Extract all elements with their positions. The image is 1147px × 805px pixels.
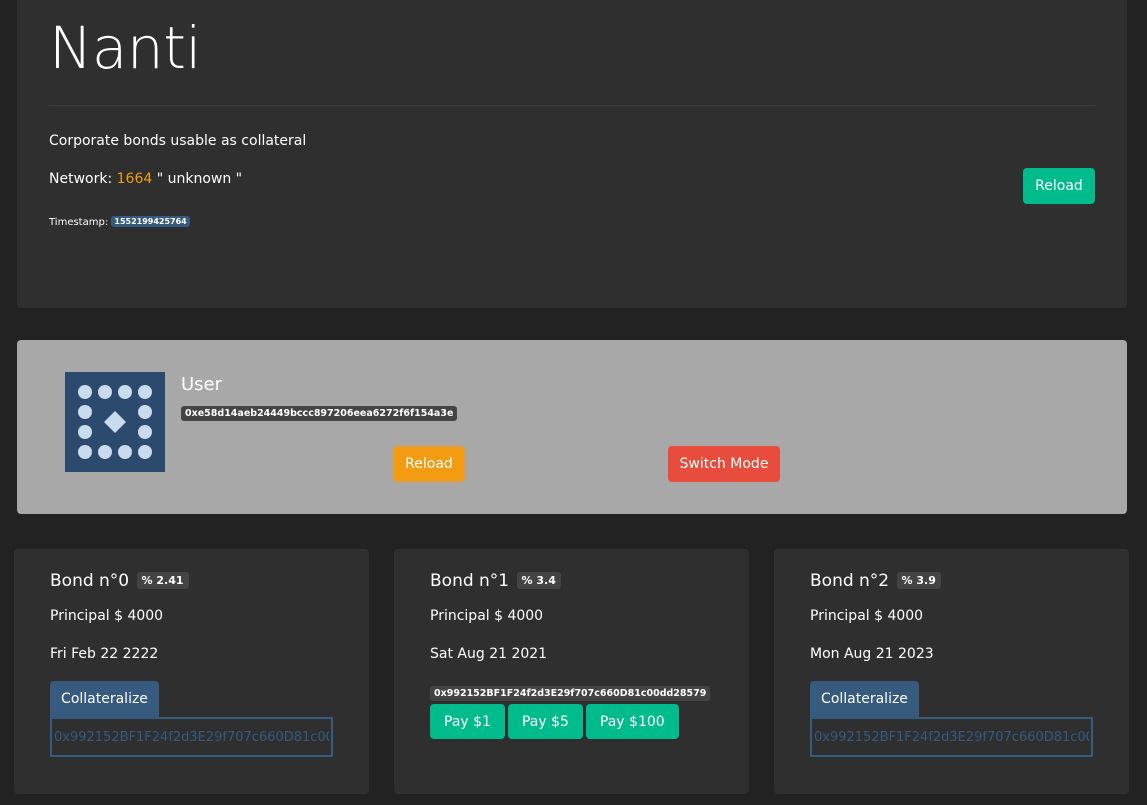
bond-title-text: Bond n°2: [810, 571, 890, 591]
bond-card-0: Bond n°0 % 2.41 Principal $ 4000 Fri Feb…: [14, 549, 369, 794]
bond-principal: Principal $ 4000: [810, 608, 924, 624]
bond-title: Bond n°2 % 3.9: [810, 571, 941, 591]
bond-date: Mon Aug 21 2023: [810, 646, 934, 662]
user-reload-button[interactable]: Reload: [394, 447, 464, 481]
bond-principal: Principal $ 4000: [50, 608, 164, 624]
bond-title-text: Bond n°1: [430, 571, 510, 591]
pay-1-button[interactable]: Pay $1: [430, 704, 505, 739]
rate-badge: % 3.4: [516, 572, 561, 589]
timestamp: Timestamp: 1552199425764: [49, 216, 190, 228]
collateralize-button[interactable]: Collateralize: [50, 681, 159, 717]
reload-button[interactable]: Reload: [1023, 168, 1095, 204]
bond-date: Fri Feb 22 2222: [50, 646, 159, 662]
user-title: User: [181, 374, 223, 395]
network-id: 1664: [116, 171, 153, 187]
rate-badge: % 2.41: [136, 572, 189, 589]
identicon-avatar-icon: [65, 372, 165, 472]
bond-title-text: Bond n°0: [50, 571, 130, 591]
network-info: Network: 1664 " unknown ": [49, 171, 242, 187]
collateral-address-input[interactable]: [50, 717, 333, 757]
app-title: Nanti: [49, 14, 202, 82]
owner-address-badge: 0x992152BF1F24f2d3E29f707c660D81c00dd285…: [430, 686, 711, 701]
timestamp-badge: 1552199425764: [111, 216, 190, 227]
pay-5-button[interactable]: Pay $5: [507, 704, 583, 739]
user-panel: User 0xe58d14aeb24449bccc897206eea6272f6…: [17, 340, 1127, 514]
bond-date: Sat Aug 21 2021: [430, 646, 548, 662]
bond-card-2: Bond n°2 % 3.9 Principal $ 4000 Mon Aug …: [774, 549, 1129, 794]
rate-badge: % 3.9: [896, 572, 941, 589]
switch-mode-button[interactable]: Switch Mode: [668, 446, 780, 482]
pay-100-button[interactable]: Pay $100: [585, 704, 679, 739]
bond-principal: Principal $ 4000: [430, 608, 544, 624]
bond-card-1: Bond n°1 % 3.4 Principal $ 4000 Sat Aug …: [394, 549, 749, 794]
network-name: " unknown ": [152, 171, 243, 187]
bond-title: Bond n°0 % 2.41: [50, 571, 189, 591]
user-address-badge: 0xe58d14aeb24449bccc897206eea6272f6f154a…: [181, 406, 458, 421]
timestamp-label: Timestamp:: [49, 217, 112, 228]
collateralize-button[interactable]: Collateralize: [810, 681, 919, 717]
collateral-address-input[interactable]: [810, 717, 1093, 757]
network-label: Network:: [49, 171, 117, 187]
app-subtitle: Corporate bonds usable as collateral: [49, 133, 307, 149]
pay-button-group: Pay $1 Pay $5 Pay $100: [430, 704, 679, 739]
header-panel: Nanti Corporate bonds usable as collater…: [17, 0, 1127, 308]
divider: [49, 105, 1095, 106]
bond-title: Bond n°1 % 3.4: [430, 571, 561, 591]
